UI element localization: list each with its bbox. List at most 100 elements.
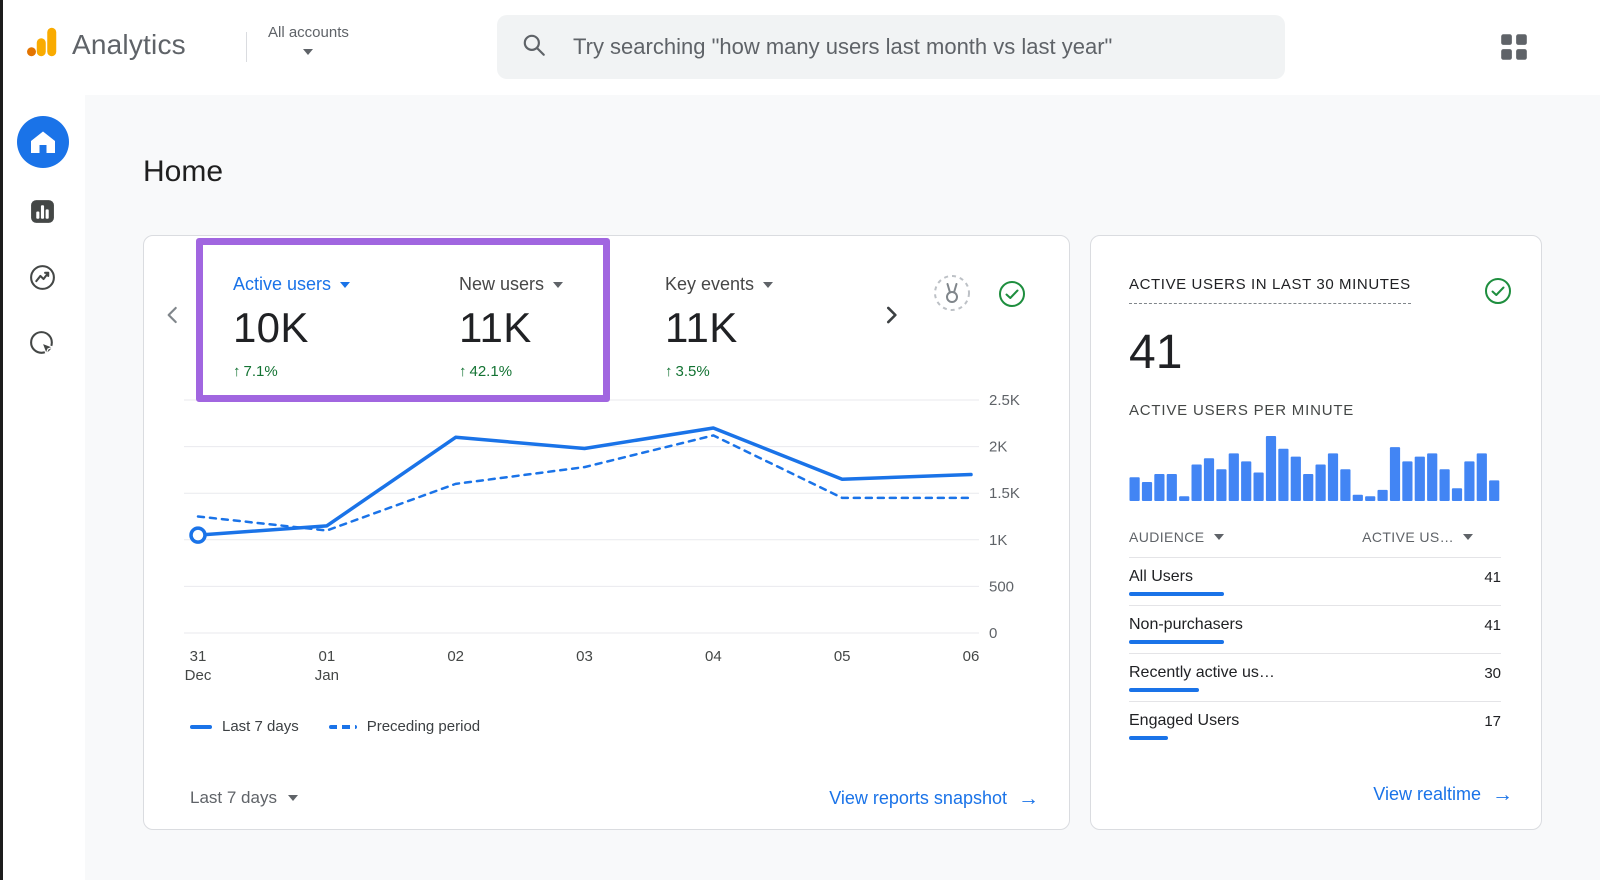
svg-text:02: 02: [447, 648, 464, 665]
audience-mini-bar: [1129, 640, 1224, 644]
audience-row-all-users[interactable]: All Users 41: [1129, 557, 1501, 605]
audience-mini-bar: [1129, 592, 1224, 596]
audience-row-non-purchasers[interactable]: Non-purchasers 41: [1129, 605, 1501, 653]
overview-card-footer: Last 7 days View reports snapshot →: [174, 779, 1039, 817]
audience-value: 30: [1484, 664, 1501, 682]
svg-text:05: 05: [834, 648, 851, 665]
active-users-metric-selector[interactable]: Active users: [233, 274, 351, 295]
svg-text:01Jan: 01 Jan: [315, 648, 339, 684]
svg-text:1.5K: 1.5K: [989, 485, 1020, 502]
window-edge: [0, 0, 3, 880]
svg-text:06: 06: [963, 648, 980, 665]
per-minute-label: ACTIVE USERS PER MINUTE: [1129, 402, 1355, 419]
metric-new-users: New users 11K ↑ 42.1%: [459, 274, 564, 380]
analytics-logo-icon: [24, 24, 60, 65]
search-input[interactable]: [571, 33, 1261, 61]
legend-last7-label: Last 7 days: [222, 718, 299, 735]
sidebar-item-advertising[interactable]: [17, 324, 69, 368]
metric-delta: ↑ 3.5%: [665, 363, 710, 380]
data-quality-check-icon[interactable]: [997, 279, 1027, 314]
audience-value: 17: [1484, 712, 1501, 730]
audience-table-header: AUDIENCE ACTIVE US…: [1129, 529, 1501, 557]
solid-line-legend-swatch: [190, 724, 212, 729]
home-icon: [16, 115, 69, 173]
chevron-down-icon: [553, 281, 564, 288]
audience-name: Engaged Users: [1129, 712, 1240, 729]
overview-card: Active users 10K ↑ 7.1% New users 11K ↑ …: [143, 235, 1070, 830]
realtime-title: ACTIVE USERS IN LAST 30 MINUTES: [1129, 276, 1411, 304]
date-range-selector[interactable]: Last 7 days: [174, 788, 298, 808]
top-header: Analytics All accounts: [0, 0, 1600, 95]
sidebar-item-reports[interactable]: [17, 192, 69, 236]
date-range-label: Last 7 days: [190, 788, 277, 807]
metric-active-users: Active users 10K ↑ 7.1%: [233, 274, 351, 380]
app-title: Analytics: [72, 28, 186, 60]
chevron-down-icon: [1213, 534, 1224, 540]
account-selector-label: All accounts: [268, 24, 349, 41]
realtime-check-icon[interactable]: [1483, 276, 1513, 311]
sidebar-item-home[interactable]: [16, 115, 69, 173]
metric-label: Key events: [665, 274, 755, 294]
analytics-brand[interactable]: Analytics: [24, 24, 186, 65]
metric-label: Active users: [233, 274, 332, 294]
bar-chart-icon: [29, 198, 56, 230]
svg-text:500: 500: [989, 578, 1014, 595]
key-events-metric-selector[interactable]: Key events: [665, 274, 774, 295]
chart-legend: Last 7 days Preceding period: [190, 718, 480, 735]
metric-label: New users: [459, 274, 545, 294]
realtime-card: ACTIVE USERS IN LAST 30 MINUTES 41 ACTIV…: [1090, 235, 1542, 830]
header-divider: [246, 32, 247, 62]
metric-value: 11K: [459, 304, 532, 351]
audience-row-engaged-users[interactable]: Engaged Users 17: [1129, 701, 1501, 749]
svg-text:0: 0: [989, 625, 997, 642]
audience-value: 41: [1484, 568, 1501, 586]
realtime-header: ACTIVE USERS IN LAST 30 MINUTES: [1129, 276, 1513, 311]
dashed-line-legend-swatch: [328, 724, 357, 729]
carousel-prev-button[interactable]: [156, 298, 190, 335]
cards-row: Active users 10K ↑ 7.1% New users 11K ↑ …: [143, 235, 1600, 830]
chevron-down-icon: [303, 49, 314, 55]
sidebar-item-explore[interactable]: [17, 258, 69, 302]
chevron-down-icon: [1463, 534, 1473, 540]
users-trend-chart: 0 500 1K 1.5K 2K 2.5K 31 Dec 01 Jan 02 03 04 05 06: [184, 392, 1020, 684]
arrow-right-icon: →: [1492, 783, 1513, 806]
per-minute-bar-chart: [1129, 436, 1500, 501]
audience-row-recently-active[interactable]: Recently active us… 30: [1129, 653, 1501, 701]
audience-mini-bar: [1129, 736, 1168, 740]
up-arrow-icon: ↑: [665, 363, 673, 380]
svg-text:03: 03: [576, 648, 593, 665]
main-content: Home Active users 10K ↑ 7.1% New users 1…: [85, 95, 1600, 880]
sidebar-nav: [0, 95, 85, 880]
legend-preceding-label: Preceding period: [366, 718, 481, 735]
audience-column-header[interactable]: AUDIENCE: [1129, 529, 1224, 545]
metric-value: 11K: [665, 304, 738, 351]
audience-value: 41: [1484, 616, 1501, 634]
svg-text:31Dec: 31 Dec: [185, 648, 212, 684]
active-users-column-header[interactable]: ACTIVE US…: [1362, 529, 1473, 545]
up-arrow-icon: ↑: [233, 363, 241, 380]
up-arrow-icon: ↑: [459, 363, 467, 380]
cursor-target-icon: [28, 329, 57, 363]
carousel-next-button[interactable]: [874, 298, 908, 335]
audience-name: All Users: [1129, 568, 1194, 585]
metric-value: 10K: [233, 304, 309, 351]
metric-delta: ↑ 7.1%: [233, 363, 278, 380]
account-selector[interactable]: All accounts: [268, 24, 349, 55]
search-icon: [521, 32, 547, 63]
trend-line-icon: [28, 263, 57, 297]
arrow-right-icon: →: [1018, 786, 1039, 810]
page-title: Home: [143, 155, 224, 188]
metric-key-events: Key events 11K ↑ 3.5%: [665, 274, 774, 380]
apps-grid-icon[interactable]: [1498, 31, 1530, 68]
active-users-count: 41: [1129, 326, 1183, 379]
svg-text:2K: 2K: [989, 439, 1007, 456]
audience-mini-bar: [1129, 688, 1199, 692]
view-reports-snapshot-link[interactable]: View reports snapshot →: [829, 788, 1039, 809]
new-users-metric-selector[interactable]: New users: [459, 274, 564, 295]
svg-text:2.5K: 2.5K: [989, 392, 1020, 409]
benchmark-badge-icon[interactable]: [932, 273, 972, 318]
view-realtime-link[interactable]: View realtime →: [1373, 784, 1513, 805]
chevron-down-icon: [763, 281, 774, 288]
search-bar[interactable]: [497, 15, 1285, 79]
audience-table: AUDIENCE ACTIVE US… All Users 41 Non-pur…: [1129, 529, 1501, 749]
